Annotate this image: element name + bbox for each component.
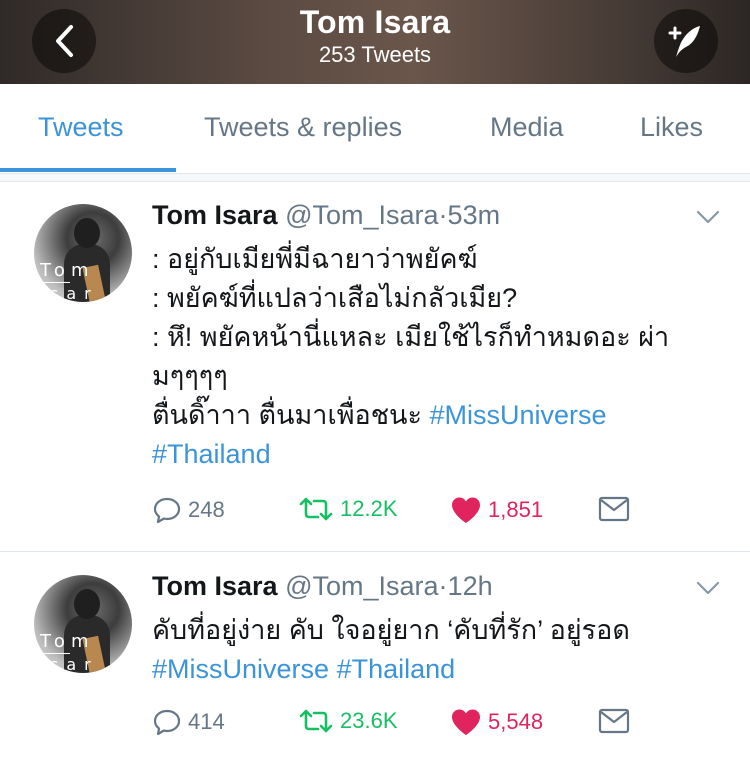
user-handle: @Tom_Isara	[285, 571, 439, 601]
compose-tweet-button[interactable]	[654, 9, 718, 73]
tweet-count: 253 Tweets	[318, 42, 432, 67]
retweet-button[interactable]: 23.6K	[298, 708, 398, 734]
hashtag-link[interactable]: #MissUniverse	[152, 654, 329, 684]
tweet-item[interactable]: Tom sar Tom Isara @Tom_Isara·53m : อยู่กั…	[0, 182, 750, 552]
retweet-button[interactable]: 12.2K	[298, 496, 398, 522]
retweet-count: 23.6K	[340, 708, 398, 733]
profile-tabs: Tweets Tweets & replies Media Likes	[0, 84, 750, 174]
retweet-icon	[299, 709, 333, 733]
display-name[interactable]: Tom Isara	[152, 571, 278, 601]
tab-likes[interactable]: Likes	[640, 112, 703, 143]
tweet-timestamp: 12h	[447, 571, 493, 601]
reply-count: 414	[188, 709, 225, 734]
display-name[interactable]: Tom Isara	[152, 200, 278, 230]
tab-tweets-and-replies[interactable]: Tweets & replies	[204, 112, 402, 143]
separator-dot: ·	[438, 571, 448, 601]
tweet-line: คับที่อยู่ง่าย คับ ใจอยู่ยาก ‘คับที่รัก’…	[152, 615, 630, 645]
like-count: 1,851	[488, 497, 544, 522]
envelope-icon	[598, 496, 630, 522]
hashtag-link[interactable]: #MissUniverse	[430, 400, 607, 430]
profile-header: Tom Isara 253 Tweets	[0, 0, 750, 84]
tweet-line: : หึ! พยัคหน้านี่แหละ เมียใช้ไรก็ทำหมดอะ…	[152, 322, 670, 352]
tweet-line: : พยัคฆ์ที่แปลว่าเสือไม่กลัวเมีย?	[152, 283, 518, 313]
tweet-line: มๆๆๆๆ	[152, 361, 228, 391]
direct-message-button[interactable]	[598, 496, 630, 522]
reply-icon	[153, 709, 181, 736]
heart-icon	[452, 497, 480, 523]
reply-button[interactable]: 414	[152, 708, 225, 736]
tweet-header: Tom Isara @Tom_Isara·12h	[152, 571, 493, 602]
tweet-line: #MissUniverse #Thailand	[152, 650, 722, 689]
tweet-item[interactable]: Tom sar Tom Isara @Tom_Isara·12h คับที่อย…	[0, 553, 750, 774]
separator-dot: ·	[438, 200, 448, 230]
tweet-line-text: ตื่นดิ๊าาา ตื่นมาเพื่อชนะ	[152, 400, 430, 430]
compose-tweet-icon	[668, 26, 700, 57]
heart-icon	[452, 709, 480, 735]
like-button[interactable]: 1,851	[450, 496, 543, 524]
tweet-menu-button[interactable]	[696, 581, 720, 600]
tweet-line: ตื่นดิ๊าาา ตื่นมาเพื่อชนะ #MissUniverse	[152, 396, 722, 435]
retweet-icon	[299, 497, 333, 521]
like-count: 5,548	[488, 709, 544, 734]
tweet-header: Tom Isara @Tom_Isara·53m	[152, 200, 500, 231]
envelope-icon	[598, 708, 630, 734]
timeline-divider	[0, 174, 750, 182]
tab-media[interactable]: Media	[490, 112, 564, 143]
chevron-down-icon	[696, 581, 720, 595]
avatar[interactable]: Tom sar	[34, 204, 132, 302]
tweet-menu-button[interactable]	[696, 210, 720, 229]
direct-message-button[interactable]	[598, 708, 630, 734]
user-handle: @Tom_Isara	[285, 200, 439, 230]
reply-button[interactable]: 248	[152, 496, 225, 524]
active-tab-indicator	[0, 168, 176, 172]
tweet-text: คับที่อยู่ง่าย คับ ใจอยู่ยาก ‘คับที่รัก’…	[152, 611, 722, 689]
chevron-down-icon	[696, 210, 720, 224]
avatar[interactable]: Tom sar	[34, 575, 132, 673]
tab-tweets[interactable]: Tweets	[38, 112, 124, 143]
reply-count: 248	[188, 497, 225, 522]
tweet-text: : อยู่กับเมียพี่มีฉายาว่าพยัคฆ์ : พยัคฆ์…	[152, 240, 722, 474]
tweet-timestamp: 53m	[447, 200, 501, 230]
hashtag-link[interactable]: #Thailand	[337, 654, 456, 684]
tweet-line: #Thailand	[152, 435, 722, 474]
like-button[interactable]: 5,548	[450, 708, 543, 736]
retweet-count: 12.2K	[340, 496, 398, 521]
reply-icon	[153, 497, 181, 524]
profile-name: Tom Isara	[299, 4, 451, 40]
tweet-line: : อยู่กับเมียพี่มีฉายาว่าพยัคฆ์	[152, 244, 478, 274]
hashtag-link[interactable]: #Thailand	[152, 439, 271, 469]
